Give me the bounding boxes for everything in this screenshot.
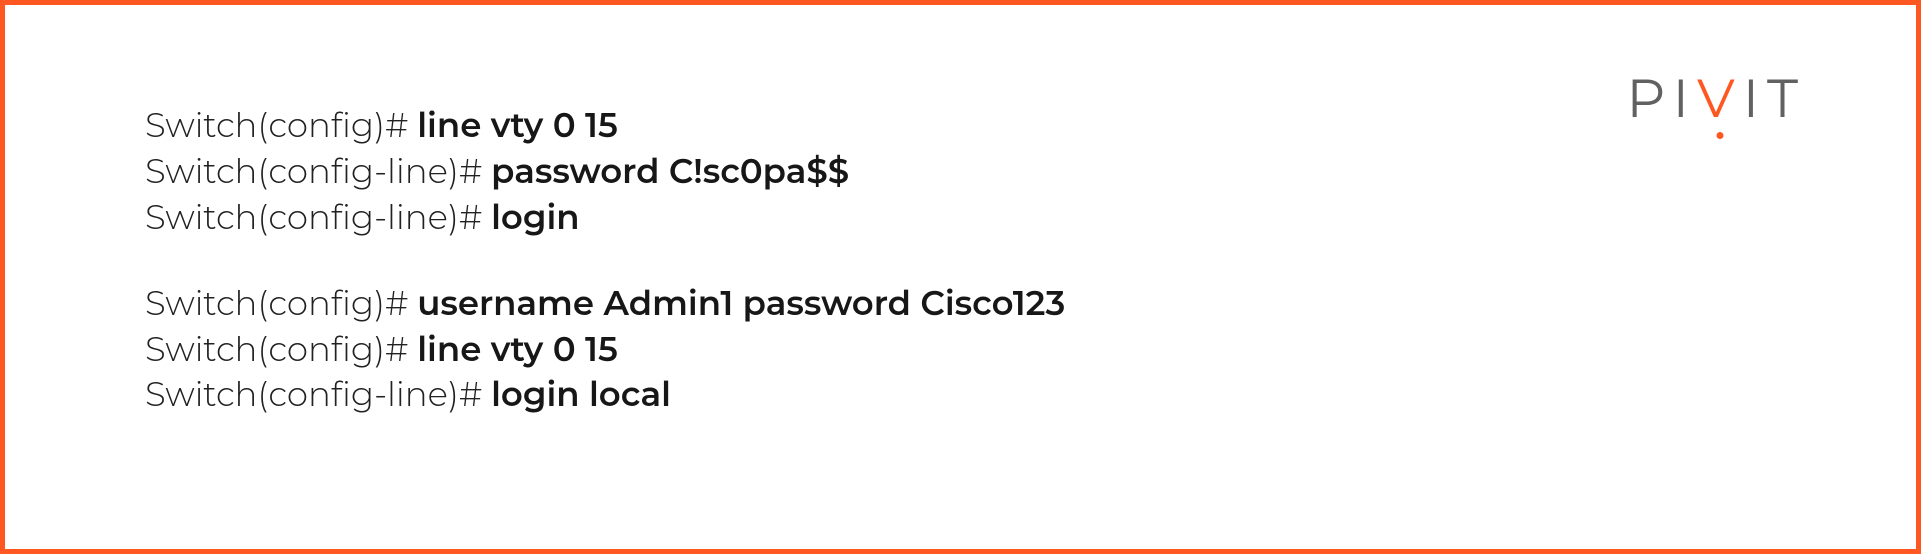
cli-command: line vty 0 15 [417, 104, 618, 146]
document-frame: PIVIT Switch(config)# line vty 0 15 Swit… [0, 0, 1921, 554]
config-line: Switch(config-line)# password C!sc0pa$$ [145, 149, 1065, 195]
config-line: Switch(config-line)# login local [145, 372, 1065, 418]
cli-prompt: Switch(config)# [145, 104, 417, 146]
cli-prompt: Switch(config)# [145, 328, 417, 370]
config-line: Switch(config-line)# login [145, 195, 1065, 241]
cli-prompt: Switch(config-line)# [145, 196, 491, 238]
brand-text-right: IT [1743, 65, 1806, 131]
cli-prompt: Switch(config-line)# [145, 150, 491, 192]
cli-command: password C!sc0pa$$ [491, 150, 849, 192]
cli-command: login local [491, 373, 671, 415]
brand-v-icon: V [1697, 65, 1743, 131]
config-line: Switch(config)# line vty 0 15 [145, 327, 1065, 373]
brand-text-left: PI [1626, 65, 1697, 131]
cli-command: username Admin1 password Cisco123 [417, 282, 1065, 324]
cli-command: login [491, 196, 579, 238]
code-content: Switch(config)# line vty 0 15 Switch(con… [145, 103, 1065, 418]
brand-logo: PIVIT [1626, 65, 1806, 131]
cli-prompt: Switch(config)# [145, 282, 417, 324]
cli-prompt: Switch(config-line)# [145, 373, 491, 415]
cli-command: line vty 0 15 [417, 328, 618, 370]
config-line: Switch(config)# line vty 0 15 [145, 103, 1065, 149]
config-line: Switch(config)# username Admin1 password… [145, 281, 1065, 327]
block-separator [145, 241, 1065, 281]
brand-dot-icon [1716, 132, 1723, 139]
